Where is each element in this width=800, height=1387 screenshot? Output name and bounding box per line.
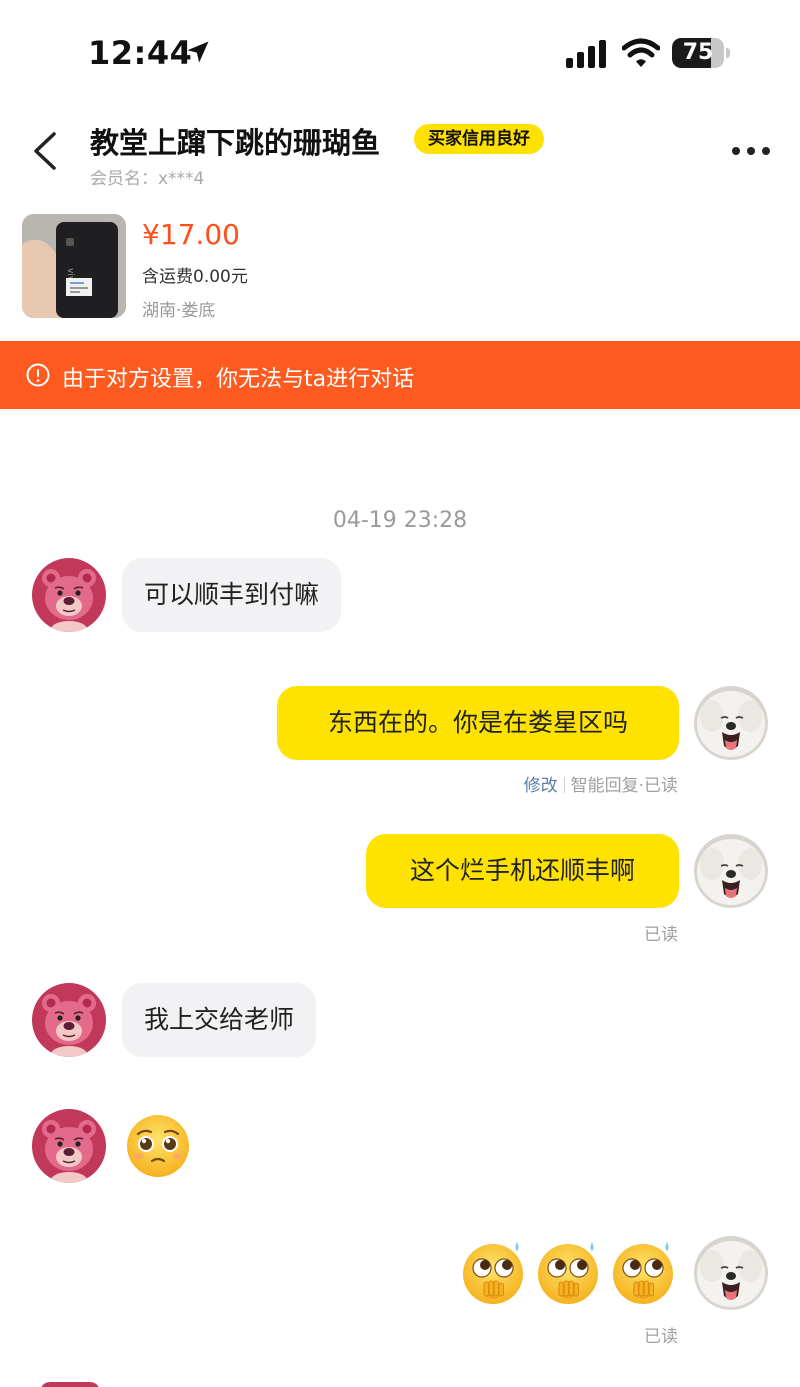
battery-indicator: 75 <box>672 38 730 68</box>
product-location: 湖南·娄底 <box>142 301 216 321</box>
outgoing-message[interactable]: 这个烂手机还顺丰啊 <box>366 834 679 908</box>
member-label: 会员名： <box>90 169 158 189</box>
partner-avatar[interactable] <box>32 558 106 632</box>
edit-link[interactable]: 修改 <box>524 776 558 796</box>
incoming-message[interactable]: 可以顺丰到付嘛 <box>122 558 342 632</box>
outgoing-message[interactable]: 东西在的。你是在娄星区吗 <box>277 686 679 760</box>
product-image[interactable]: vivo <box>22 214 126 318</box>
member-name: x***4 <box>158 169 205 189</box>
back-button[interactable] <box>28 130 64 172</box>
read-status: 已读 <box>644 1327 678 1347</box>
message-status: 修改 智能回复·已读 <box>524 771 678 796</box>
product-shipping: 含运费0.00元 <box>142 267 248 287</box>
banner-text: 由于对方设置，你无法与ta进行对话 <box>62 367 415 392</box>
incoming-message[interactable]: 我上交给老师 <box>122 983 317 1057</box>
partner-avatar[interactable] <box>32 1109 106 1183</box>
seller-name: 教堂上蹿下跳的珊瑚鱼 <box>90 126 381 160</box>
hand-over-mouth-face-icon[interactable] <box>459 1238 527 1306</box>
read-status: 智能回复·已读 <box>570 776 678 796</box>
hand-over-mouth-face-icon[interactable] <box>534 1238 602 1306</box>
partner-avatar-partial <box>40 1382 100 1387</box>
chat-timestamp: 04-19 23:28 <box>332 508 468 533</box>
more-button[interactable] <box>728 140 774 162</box>
my-avatar[interactable] <box>694 834 768 908</box>
location-arrow-icon <box>187 41 209 63</box>
battery-percent: 75 <box>682 40 714 65</box>
hand-over-mouth-face-icon[interactable] <box>609 1238 677 1306</box>
read-status: 已读 <box>644 925 678 945</box>
status-time: 12:44 <box>88 34 193 72</box>
my-avatar[interactable] <box>694 686 768 760</box>
partner-avatar[interactable] <box>32 983 106 1057</box>
product-price: ¥17.00 <box>142 218 240 251</box>
back-icon <box>34 132 56 170</box>
member-info: 会员名：x***4 <box>90 164 204 189</box>
status-bar: 12:44 75 <box>0 0 800 100</box>
more-icon <box>732 147 740 155</box>
pleading-face-icon[interactable] <box>124 1112 192 1180</box>
wifi-icon <box>622 38 660 67</box>
alert-icon <box>26 363 50 387</box>
credit-badge: 买家信用良好 <box>414 124 544 154</box>
blocked-banner: 由于对方设置，你无法与ta进行对话 <box>0 341 800 409</box>
my-avatar[interactable] <box>694 1236 768 1310</box>
signal-icon <box>566 40 606 68</box>
